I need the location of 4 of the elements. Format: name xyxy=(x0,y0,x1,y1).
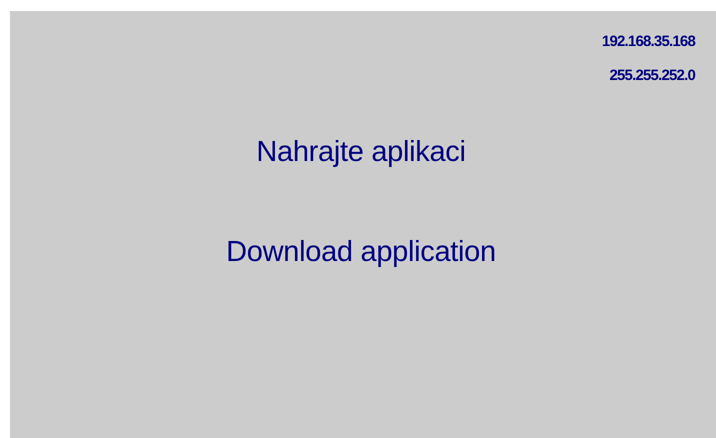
message-text: Download application xyxy=(226,235,496,269)
message-text: Nahrajte aplikaci xyxy=(256,135,466,169)
ip-address: 192.168.35.168 xyxy=(602,33,695,50)
subnet-mask: 255.255.252.0 xyxy=(609,67,695,84)
